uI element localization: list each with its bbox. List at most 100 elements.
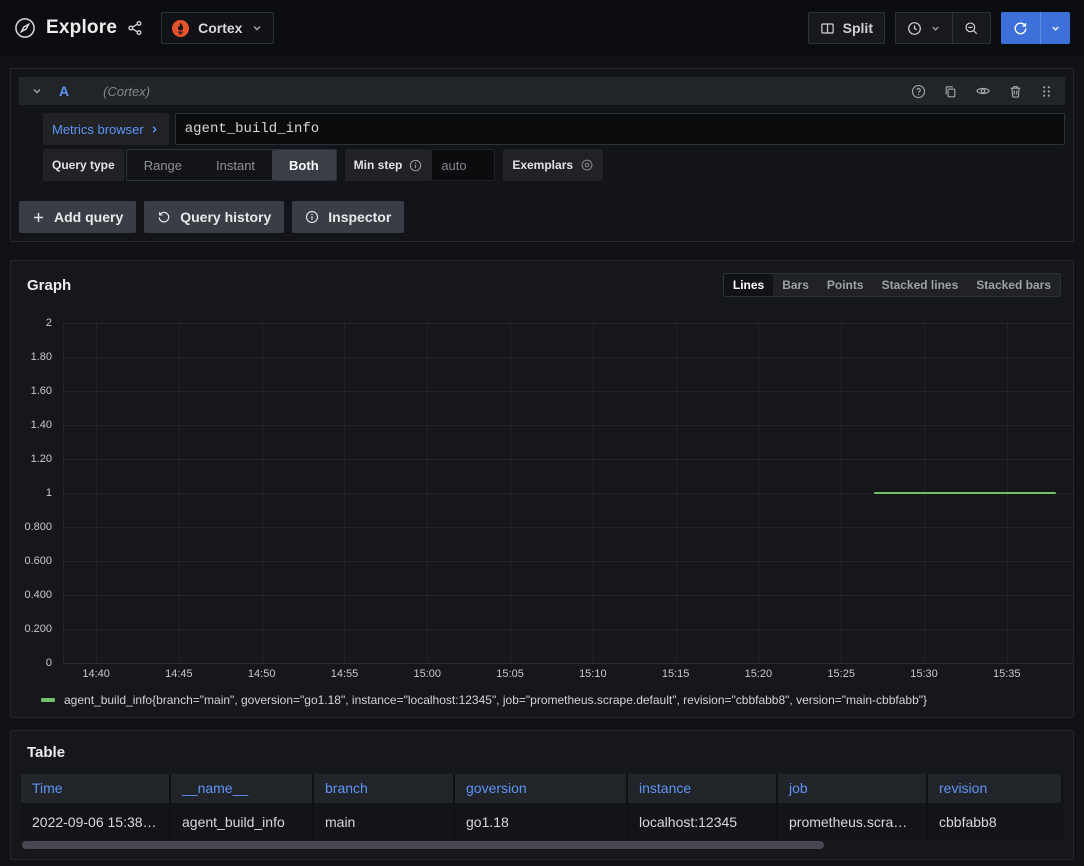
query-type-option-instant[interactable]: Instant [199, 150, 272, 180]
datasource-name: Cortex [198, 20, 242, 36]
split-button[interactable]: Split [808, 12, 885, 44]
chevron-down-icon [930, 23, 941, 34]
query-actions-row: Add query Query history Inspector [19, 201, 1065, 233]
table-horizontal-scrollbar[interactable] [22, 841, 824, 849]
time-controls [895, 12, 991, 44]
add-query-button[interactable]: Add query [19, 201, 136, 233]
split-label: Split [843, 20, 873, 36]
x-gridline [841, 323, 842, 663]
x-gridline [676, 323, 677, 663]
time-picker-button[interactable] [896, 13, 952, 43]
delete-query-trash-icon[interactable] [1008, 84, 1023, 99]
x-tick-label: 15:00 [413, 668, 441, 680]
query-editor-card: A (Cortex) [10, 68, 1074, 242]
query-row-header[interactable]: A (Cortex) [19, 77, 1065, 105]
share-icon[interactable] [127, 20, 143, 36]
table-header-revision[interactable]: revision [928, 774, 1063, 803]
table-cell-revision: cbbfabb8 [928, 803, 1063, 840]
y-gridline [63, 595, 1073, 596]
y-tick-label: 0.200 [24, 623, 52, 635]
info-icon [409, 159, 422, 172]
y-gridline [63, 663, 1073, 664]
query-history-button[interactable]: Query history [144, 201, 284, 233]
y-gridline [63, 561, 1073, 562]
y-tick-label: 1.20 [31, 453, 52, 465]
query-type-group: RangeInstantBoth [126, 149, 337, 181]
x-axis: 14:4014:4514:5014:5515:0015:0515:1015:15… [63, 668, 1073, 684]
table-header-time[interactable]: Time [21, 774, 171, 803]
table-header-branch[interactable]: branch [314, 774, 455, 803]
explore-compass-icon [14, 17, 36, 39]
chevron-down-icon [251, 22, 263, 34]
x-tick-label: 15:20 [745, 668, 773, 680]
query-type-option-range[interactable]: Range [127, 150, 199, 180]
y-tick-label: 1.80 [31, 351, 52, 363]
table-header-job[interactable]: job [778, 774, 928, 803]
y-tick-label: 0.400 [24, 589, 52, 601]
collapse-chevron-icon[interactable] [31, 85, 43, 97]
metrics-browser-button[interactable]: Metrics browser [43, 113, 169, 145]
query-options-row: Query type RangeInstantBoth Min step Exe… [43, 149, 1065, 181]
graph-mode-points[interactable]: Points [818, 274, 873, 296]
split-pane-icon [820, 21, 835, 36]
table-cell--name-: agent_build_info [171, 803, 314, 840]
query-expression-input[interactable] [175, 113, 1065, 145]
table-cell-branch: main [314, 803, 455, 840]
inspector-button[interactable]: Inspector [292, 201, 404, 233]
table-panel-title: Table [21, 731, 1063, 774]
table-header--name-[interactable]: __name__ [171, 774, 314, 803]
y-tick-label: 1.60 [31, 385, 52, 397]
plot-area[interactable] [63, 323, 1073, 663]
min-step-label-chip: Min step [345, 149, 432, 181]
table-cell-instance: localhost:12345 [628, 803, 778, 840]
page-title: Explore [46, 17, 117, 39]
duplicate-query-icon[interactable] [943, 84, 958, 99]
refresh-interval-dropdown[interactable] [1040, 12, 1070, 44]
query-type-option-both[interactable]: Both [272, 150, 336, 180]
x-gridline [262, 323, 263, 663]
results-table: Time__name__branchgoversioninstancejobre… [21, 774, 1063, 840]
table-header-instance[interactable]: instance [628, 774, 778, 803]
graph-panel: Graph LinesBarsPointsStacked linesStacke… [10, 260, 1074, 718]
x-gridline [63, 323, 64, 663]
drag-handle-icon[interactable] [1040, 84, 1053, 99]
datasource-picker[interactable]: Cortex [161, 12, 274, 44]
y-tick-label: 0.800 [24, 521, 52, 533]
zoom-out-button[interactable] [953, 13, 990, 43]
x-tick-label: 15:10 [579, 668, 607, 680]
clock-icon [907, 21, 922, 36]
graph-style-tabs: LinesBarsPointsStacked linesStacked bars [723, 273, 1061, 297]
graph-mode-stacked-bars[interactable]: Stacked bars [967, 274, 1060, 296]
x-tick-label: 14:55 [331, 668, 359, 680]
y-tick-label: 0.600 [24, 555, 52, 567]
y-tick-label: 2 [46, 317, 52, 329]
x-tick-label: 15:30 [910, 668, 938, 680]
y-tick-label: 1 [46, 487, 52, 499]
graph-panel-title: Graph [27, 277, 71, 294]
min-step-input[interactable] [431, 149, 495, 181]
query-history-label: Query history [180, 209, 271, 225]
legend-series-label[interactable]: agent_build_info{branch="main", goversio… [64, 693, 927, 707]
graph-mode-stacked-lines[interactable]: Stacked lines [873, 274, 968, 296]
x-gridline [510, 323, 511, 663]
y-gridline [63, 323, 1073, 324]
x-gridline [758, 323, 759, 663]
query-field-row: Metrics browser [43, 113, 1065, 145]
add-query-label: Add query [54, 209, 123, 225]
exemplars-chip: Exemplars [503, 149, 603, 181]
table-cell-goversion: go1.18 [455, 803, 628, 840]
explore-toolbar: Explore Cortex [0, 0, 1084, 56]
run-query-button[interactable] [1001, 12, 1070, 44]
query-type-label-chip: Query type [43, 149, 124, 181]
disable-query-eye-icon[interactable] [975, 83, 991, 99]
x-tick-label: 15:35 [993, 668, 1021, 680]
query-ref-id: A [59, 83, 69, 99]
query-datasource-hint: (Cortex) [103, 84, 150, 99]
table-header-goversion[interactable]: goversion [455, 774, 628, 803]
table-cell-job: prometheus.scrape.default [778, 803, 928, 840]
help-icon[interactable] [911, 84, 926, 99]
graph-mode-bars[interactable]: Bars [773, 274, 818, 296]
exemplars-toggle-icon[interactable] [580, 158, 594, 172]
y-gridline [63, 629, 1073, 630]
graph-mode-lines[interactable]: Lines [724, 274, 773, 296]
